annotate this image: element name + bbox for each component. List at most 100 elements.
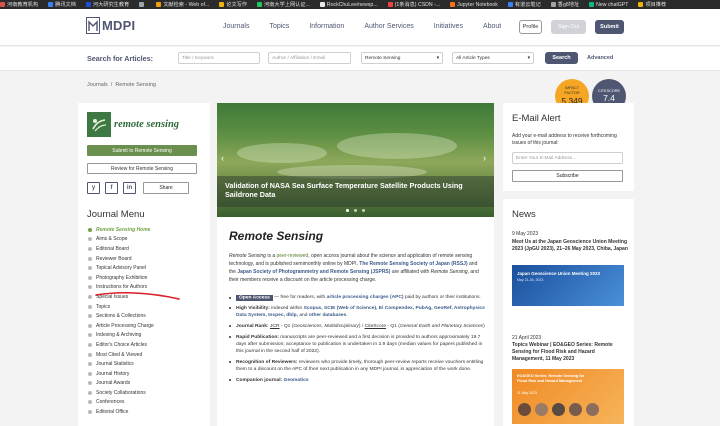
profile-button[interactable]: Profile: [519, 20, 542, 34]
submit-button[interactable]: Submit: [595, 20, 624, 34]
journal-menu-item[interactable]: Sections & Collections: [88, 311, 154, 321]
journal-menu-item[interactable]: Journal History: [88, 369, 154, 379]
journal-menu-label: Editorial Office: [96, 409, 129, 416]
geomatics-link[interactable]: Geomatics: [282, 378, 309, 383]
journal-menu-item[interactable]: Special Issues: [88, 292, 154, 302]
intro-text: are affiliated with: [390, 268, 431, 275]
bookmark-item[interactable]: 文献检索 - Web of...: [156, 1, 209, 8]
share-button[interactable]: Share: [143, 182, 189, 194]
bullet-icon: [88, 275, 92, 280]
title-keyword-input[interactable]: Title / Keyword: [178, 52, 260, 64]
bookmark-label: 文献检索 - Web of...: [163, 2, 210, 8]
bookmark-item[interactable]: 有道云笔记: [507, 1, 541, 8]
news-banner-image[interactable]: EO&GEO Series: Remote Sensing for Flood …: [512, 369, 624, 424]
nav-information[interactable]: Information: [309, 23, 344, 30]
featured-carousel[interactable]: Validation of NASA Sea Surface Temperatu…: [217, 103, 494, 217]
citescore-link[interactable]: CiteScore: [365, 324, 386, 329]
bookmark-icon: [589, 2, 595, 7]
journal-menu-item[interactable]: Journal Statistics: [88, 359, 154, 369]
journal-menu-item[interactable]: Topical Advisory Panel: [88, 263, 154, 273]
bookmark-icon: [638, 2, 644, 7]
other-databases-link[interactable]: other databases: [309, 313, 347, 318]
bullet-icon: [88, 371, 92, 376]
carousel-caption[interactable]: Validation of NASA Sea Surface Temperatu…: [225, 181, 480, 199]
bullet-icon: [88, 304, 92, 309]
nav-initiatives[interactable]: Initiatives: [434, 23, 463, 30]
open-access-badge[interactable]: Open Access: [236, 294, 273, 301]
bookmark-item[interactable]: Jupyter Notebook: [450, 2, 498, 8]
breadcrumb-journals[interactable]: Journals: [87, 82, 108, 88]
apc-link[interactable]: article processing charges (APC): [327, 295, 404, 300]
article-type-select[interactable]: All Article Types ▾: [452, 52, 534, 64]
journal-menu-item[interactable]: Most Cited & Viewed: [88, 350, 154, 360]
search-button[interactable]: Search: [545, 52, 578, 64]
advanced-search-link[interactable]: Advanced: [587, 55, 613, 61]
journal-menu-title: Journal Menu: [87, 209, 145, 220]
bookmark-item[interactable]: 河南教育机构: [0, 1, 38, 8]
bullet-icon: [88, 237, 92, 242]
bookmark-item[interactable]: 论文写作: [219, 1, 247, 8]
bookmark-label: 有道云笔记: [514, 2, 541, 8]
journal-menu-item[interactable]: Photography Exhibition: [88, 273, 154, 283]
sign-out-button[interactable]: Sign Out: [551, 20, 586, 34]
news-banner-image[interactable]: Japan Geoscience Union Meeting 2023 May …: [512, 265, 624, 306]
submit-to-journal-button[interactable]: Submit to Remote Sensing: [87, 145, 197, 156]
bookmark-item[interactable]: RockChuLee/newsp...: [319, 2, 378, 8]
news-headline[interactable]: Topics Webinar | EO&GEO Series: Remote S…: [512, 342, 628, 364]
email-input[interactable]: Enter Your E-Mail Address...: [512, 152, 623, 164]
twitter-icon[interactable]: y: [87, 182, 100, 194]
journal-menu-item[interactable]: Remote Sensing Home: [88, 225, 154, 235]
journal-menu-item[interactable]: Topics: [88, 302, 154, 312]
carousel-dots: [346, 209, 365, 212]
bookmark-item[interactable]: 腾讯文档: [48, 1, 76, 8]
bookmark-item[interactable]: [139, 2, 146, 7]
feature-text: and: [297, 313, 309, 318]
journal-menu-item[interactable]: Reviewer Board: [88, 254, 154, 264]
carousel-dot[interactable]: [362, 209, 365, 212]
journal-menu-item[interactable]: Editorial Office: [88, 407, 154, 417]
facebook-icon[interactable]: f: [105, 182, 118, 194]
feature-open-access: Open Access — free for readers, with art…: [229, 294, 489, 301]
mdpi-logo[interactable]: MDPI: [86, 17, 135, 34]
avatar: [552, 403, 565, 416]
bookmark-item[interactable]: 香g8地址: [550, 1, 579, 8]
journal-menu-item[interactable]: Editor's Choice Articles: [88, 340, 154, 350]
carousel-next-icon[interactable]: ›: [483, 153, 486, 163]
bookmark-item[interactable]: New chatGPT: [589, 2, 628, 8]
bookmark-item[interactable]: 河南大学上网认证...: [257, 1, 310, 8]
journal-menu-label: Journal Statistics: [96, 361, 134, 368]
journal-menu-item[interactable]: Article Processing Charge: [88, 321, 154, 331]
bookmark-item[interactable]: 项目推荐: [638, 1, 666, 8]
journal-menu-item[interactable]: Society Collaborations: [88, 388, 154, 398]
journal-select[interactable]: Remote Sensing ▾: [361, 52, 443, 64]
journal-menu-item[interactable]: Editorial Board: [88, 244, 154, 254]
nav-author-services[interactable]: Author Services: [364, 23, 413, 30]
journal-menu-item[interactable]: Journal Awards: [88, 379, 154, 389]
jsprs-link[interactable]: Japan Society of Photogrammetry and Remo…: [237, 269, 390, 275]
nav-about[interactable]: About: [483, 23, 501, 30]
journal-menu-item[interactable]: Instructions for Authors: [88, 283, 154, 293]
carousel-dot[interactable]: [354, 209, 357, 212]
bullet-icon: [88, 314, 92, 319]
journal-menu-item[interactable]: Aims & Scope: [88, 235, 154, 245]
bookmark-label: (1条消息) CSDN -...: [394, 2, 441, 8]
news-headline[interactable]: Meet Us at the Japan Geoscience Union Me…: [512, 239, 628, 253]
linkedin-icon[interactable]: in: [123, 182, 136, 194]
author-input[interactable]: Author / Affiliation / Email: [268, 52, 351, 64]
feature-text: paid by authors or their institutions.: [403, 295, 481, 300]
review-for-journal-button[interactable]: Review for Remote Sensing: [87, 163, 197, 174]
rssj-link[interactable]: The Remote Sensing Society of Japan (RSS…: [359, 261, 467, 267]
bookmark-item[interactable]: 河大研究生教育: [85, 1, 129, 8]
journal-menu-item[interactable]: Indexing & Archiving: [88, 331, 154, 341]
carousel-prev-icon[interactable]: ‹: [221, 153, 224, 163]
nav-journals[interactable]: Journals: [223, 23, 249, 30]
nav-topics[interactable]: Topics: [269, 23, 289, 30]
bookmark-item[interactable]: (1条消息) CSDN -...: [387, 1, 441, 8]
subscribe-button[interactable]: Subscribe: [512, 170, 623, 182]
journal-logo[interactable]: remote sensing: [87, 112, 197, 137]
peer-reviewed-link[interactable]: peer-reviewed: [277, 253, 309, 259]
jcr-link[interactable]: JCR: [270, 324, 280, 329]
email-alert-title: E-Mail Alert: [512, 113, 561, 124]
journal-menu-item[interactable]: Conferences: [88, 398, 154, 408]
carousel-dot[interactable]: [346, 209, 349, 212]
